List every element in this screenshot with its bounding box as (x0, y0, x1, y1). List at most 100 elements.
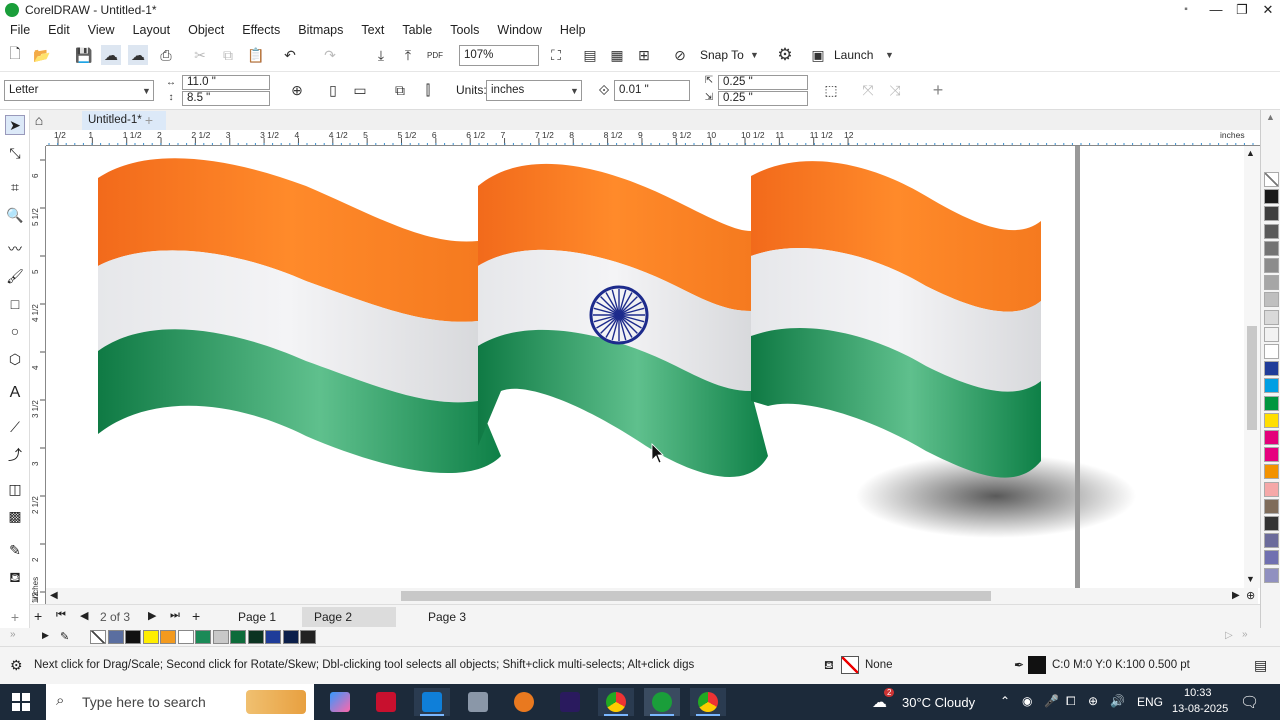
new-document-icon[interactable]: 🗋 (5, 45, 25, 65)
document-palette-swatch[interactable] (247, 630, 264, 644)
scroll-right-icon[interactable]: ▶ (1232, 590, 1240, 601)
add-tool-icon[interactable]: + (5, 607, 25, 627)
taskbar-search-box[interactable]: ⌕ Type here to search (46, 684, 314, 720)
save-icon[interactable]: 💾 (74, 45, 94, 65)
all-pages-icon[interactable]: ⧉ (390, 80, 410, 100)
tab-page-1[interactable]: Page 1 (226, 607, 288, 627)
document-palette-swatch[interactable] (230, 630, 246, 644)
vertical-ruler[interactable]: 65 1/2 5 4 1/2 4 3 1/2 3 2 1/2 2 1 1/2 inches (30, 146, 46, 608)
export-icon[interactable]: ⤒ (398, 45, 418, 65)
ellipse-tool-icon[interactable]: ○ (5, 321, 25, 341)
chevron-down-icon[interactable]: ▼ (570, 86, 579, 96)
menu-file[interactable]: File (10, 23, 30, 37)
cut-icon[interactable]: ✂ (190, 45, 210, 65)
portrait-icon[interactable]: ▯ (323, 80, 343, 100)
full-screen-preview-icon[interactable]: ⛶ (546, 45, 566, 65)
next-page-icon[interactable]: ▶ (148, 609, 156, 622)
open-icon[interactable]: 📂 (32, 45, 52, 65)
rectangle-tool-icon[interactable]: □ (5, 294, 25, 314)
menu-table[interactable]: Table (402, 23, 432, 37)
landscape-icon[interactable]: ▭ (350, 80, 370, 100)
palette-swatch[interactable] (1264, 533, 1279, 549)
tab-page-2[interactable]: Page 2 (302, 607, 396, 627)
restore-small-icon[interactable]: ▪ (1174, 0, 1198, 20)
nudge-distance-input[interactable]: 0.01 " (614, 80, 690, 101)
taskbar-app-red-icon[interactable] (368, 688, 404, 716)
interactive-fill-icon[interactable]: ⛾ (5, 568, 25, 588)
redo-icon[interactable]: ↷ (320, 45, 340, 65)
taskbar-chrome-2-icon[interactable] (690, 688, 726, 716)
new-tab-icon[interactable]: + (140, 110, 158, 130)
scroll-up-icon[interactable]: ▲ (1246, 148, 1255, 158)
tray-time[interactable]: 10:33 (1184, 687, 1212, 699)
tray-date[interactable]: 13-08-2025 (1172, 703, 1228, 715)
launch-dropdown[interactable]: Launch (834, 48, 873, 62)
last-page-icon[interactable]: ⏭ (170, 609, 180, 622)
horizontal-scroll-thumb[interactable] (401, 591, 991, 601)
document-palette-swatch[interactable] (142, 630, 159, 644)
windows-start-icon[interactable] (12, 693, 30, 711)
menu-effects[interactable]: Effects (242, 23, 280, 37)
palette-swatch[interactable] (1264, 516, 1279, 531)
document-palette-swatch[interactable] (107, 630, 124, 644)
menu-edit[interactable]: Edit (48, 23, 70, 37)
document-palette-swatch[interactable] (160, 630, 176, 644)
notifications-icon[interactable]: 🗨 (1240, 693, 1259, 711)
options-gear-icon[interactable]: ⚙ (775, 45, 795, 65)
palette-swatch[interactable] (1264, 550, 1279, 566)
add-page-before-icon[interactable]: + (34, 608, 42, 624)
menu-layout[interactable]: Layout (133, 23, 171, 37)
palette-menu-icon[interactable]: ▶ (42, 630, 49, 641)
tab-page-3[interactable]: Page 3 (416, 607, 478, 627)
first-page-icon[interactable]: ⏮ (56, 609, 66, 622)
crop-tool-icon[interactable]: ⌗ (5, 177, 25, 197)
palette-scroll-up-icon[interactable]: ▲ (1266, 112, 1275, 122)
palette-swatch[interactable] (1264, 189, 1279, 205)
connector-tool-icon[interactable]: ⤴ (5, 445, 25, 465)
copy-icon[interactable]: ⧉ (218, 45, 238, 65)
palette-swatch[interactable] (1264, 412, 1279, 428)
zoom-tool-icon[interactable]: 🔍 (5, 205, 25, 225)
tray-network-icon[interactable]: ⊕ (1088, 694, 1098, 708)
palette-swatch[interactable] (1264, 240, 1279, 256)
document-palette-swatch[interactable] (195, 630, 211, 644)
menu-text[interactable]: Text (361, 23, 384, 37)
units-select[interactable]: inches (486, 80, 582, 101)
chevron-down-icon[interactable]: ▼ (142, 86, 151, 96)
tray-meet-icon[interactable]: ◉ (1022, 694, 1032, 708)
chevron-down-icon[interactable]: ▼ (750, 50, 759, 60)
palette-expand-icon[interactable]: » (1242, 629, 1248, 640)
cloud-upload-icon[interactable]: ☁ (101, 45, 121, 65)
document-palette-swatch[interactable] (282, 630, 299, 644)
close-button[interactable]: ✕ (1256, 0, 1280, 20)
palette-swatch[interactable] (1264, 309, 1279, 325)
document-palette-swatch[interactable] (125, 630, 141, 644)
prev-page-icon[interactable]: ◀ (80, 609, 88, 622)
menu-view[interactable]: View (88, 23, 115, 37)
menu-window[interactable]: Window (497, 23, 541, 37)
snap-to-dropdown[interactable]: Snap To (700, 48, 744, 62)
import-icon[interactable]: ⤓ (371, 45, 391, 65)
document-palette-swatch[interactable] (265, 630, 281, 644)
document-palette-swatch[interactable] (90, 630, 106, 644)
taskbar-premiere-icon[interactable] (552, 688, 588, 716)
add-icon[interactable]: + (928, 80, 948, 100)
palette-swatch[interactable] (1264, 258, 1279, 273)
horizontal-ruler[interactable]: 1/2 1 1 1/2 2 2 1/2 3 3 1/2 4 4 1/2 5 5 1/2 6 6 1/2 7… (46, 130, 1260, 146)
home-icon[interactable]: ⌂ (30, 110, 48, 130)
menu-help[interactable]: Help (560, 23, 586, 37)
scroll-left-icon[interactable]: ◀ (50, 590, 58, 601)
palette-swatch[interactable] (1264, 326, 1279, 342)
vertical-scrollbar[interactable]: ▲ ▼ (1244, 146, 1260, 588)
palette-swatch[interactable] (1264, 430, 1279, 445)
current-page-icon[interactable]: ⫿ (418, 80, 438, 100)
outline-color-swatch[interactable] (1028, 656, 1046, 674)
snap-off-icon[interactable]: ⊘ (670, 45, 690, 65)
horizontal-scrollbar[interactable]: ◀ ▶ ⊕ (46, 588, 1258, 604)
tray-language[interactable]: ENG (1137, 695, 1163, 709)
zoom-nav-icon[interactable]: ⊕ (1246, 589, 1255, 602)
palette-swatch[interactable] (1264, 172, 1279, 187)
fill-none-swatch[interactable] (841, 656, 859, 674)
undo-icon[interactable]: ↶ (280, 45, 300, 65)
weather-text[interactable]: 30°C Cloudy (902, 695, 975, 710)
